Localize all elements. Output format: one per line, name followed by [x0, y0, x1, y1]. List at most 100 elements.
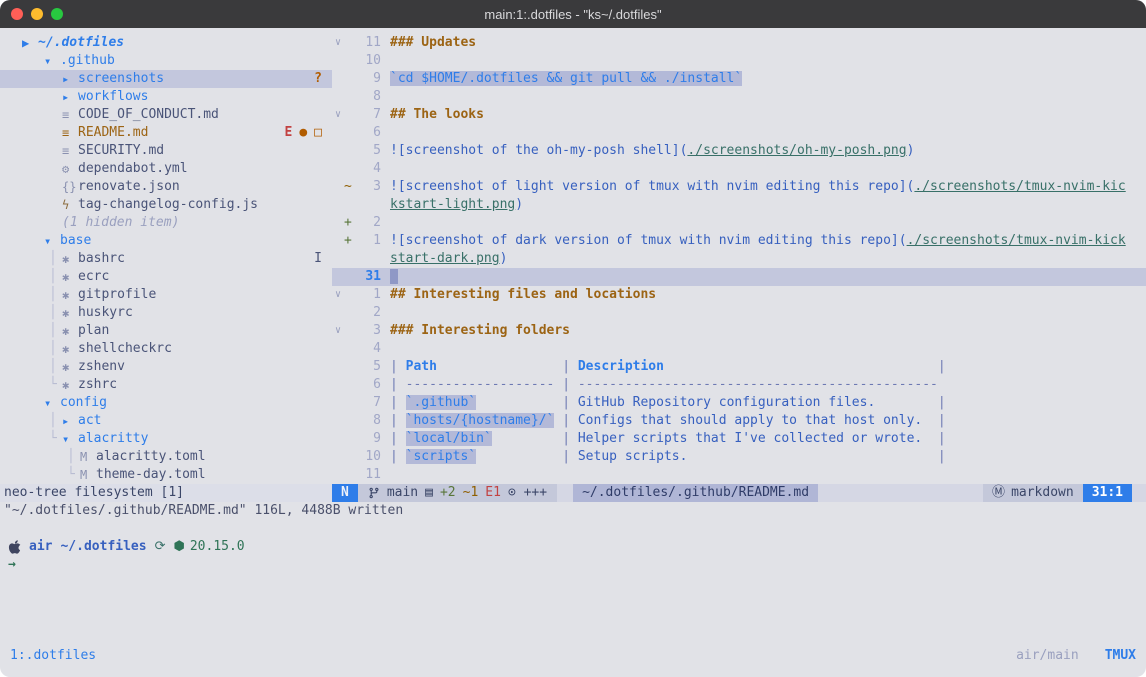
- editor-line[interactable]: 9| `local/bin` | Helper scripts that I'v…: [332, 430, 1146, 448]
- fold-marker-icon: ∨: [332, 322, 344, 340]
- editor-line[interactable]: ~3![screenshot of light version of tmux …: [332, 178, 1146, 196]
- shell-prompt: air ~/.dotfiles ⟳ ⬢ 20.15.0: [0, 538, 1146, 556]
- editor-line[interactable]: 5| Path | Description |: [332, 358, 1146, 376]
- line-text: ![screenshot of light version of tmux wi…: [390, 178, 1126, 196]
- tree-item[interactable]: ≡SECURITY.md: [0, 142, 332, 160]
- tree-item[interactable]: ≡README.mdE●□: [0, 124, 332, 142]
- text-segment: |: [562, 395, 578, 410]
- editor-line[interactable]: ∨7## The looks: [332, 106, 1146, 124]
- line-text: `cd $HOME/.dotfiles && git pull && ./ins…: [390, 70, 742, 88]
- tree-item-label: plan: [78, 322, 109, 340]
- git-sign: [344, 250, 355, 268]
- tree-item[interactable]: │✱shellcheckrc: [0, 340, 332, 358]
- editor-line[interactable]: start-dark.png): [332, 250, 1146, 268]
- editor-line[interactable]: +1![screenshot of dark version of tmux w…: [332, 232, 1146, 250]
- editor-line[interactable]: 8| `hosts/{hostname}/` | Configs that sh…: [332, 412, 1146, 430]
- tree-item[interactable]: ▾.github: [0, 52, 332, 70]
- line-number: 2: [355, 304, 381, 322]
- editor-line[interactable]: 7| `.github` | GitHub Repository configu…: [332, 394, 1146, 412]
- text-segment: |: [390, 413, 406, 428]
- text-segment: |: [562, 413, 578, 428]
- tree-item[interactable]: └✱zshrc: [0, 376, 332, 394]
- text-segment: |: [562, 431, 578, 446]
- text-segment: |: [390, 449, 406, 464]
- tree-item[interactable]: ▸workflows: [0, 88, 332, 106]
- text-segment: |: [938, 449, 946, 464]
- tree-item[interactable]: │✱zshenv: [0, 358, 332, 376]
- tree-item[interactable]: ≡CODE_OF_CONDUCT.md: [0, 106, 332, 124]
- tree-item[interactable]: ⚙dependabot.yml: [0, 160, 332, 178]
- tree-item[interactable]: ▾config: [0, 394, 332, 412]
- close-button[interactable]: [11, 8, 23, 20]
- tree-item-label: alacritty.toml: [96, 448, 206, 466]
- text-segment: kstart-light.png: [390, 197, 515, 212]
- tree-item[interactable]: │Malacritty.toml: [0, 448, 332, 466]
- git-sign: [344, 106, 355, 124]
- editor-line[interactable]: 31: [332, 268, 1146, 286]
- maximize-button[interactable]: [51, 8, 63, 20]
- editor-line[interactable]: 10: [332, 52, 1146, 70]
- line-number: 6: [355, 124, 381, 142]
- editor-line[interactable]: kstart-light.png): [332, 196, 1146, 214]
- tmux-window-tab[interactable]: 1:.dotfiles: [10, 647, 96, 664]
- tree-item[interactable]: {}renovate.json: [0, 178, 332, 196]
- tree-item[interactable]: ▸screenshots?: [0, 70, 332, 88]
- toml-file-icon: M: [80, 466, 96, 484]
- editor-line[interactable]: 10| `scripts` | Setup scripts. |: [332, 448, 1146, 466]
- editor-line[interactable]: 2: [332, 304, 1146, 322]
- tree-item[interactable]: └▾alacritty: [0, 430, 332, 448]
- indent-guide: │: [49, 304, 62, 322]
- fold-marker-icon: [332, 340, 344, 358]
- editor-line[interactable]: ∨3### Interesting folders: [332, 322, 1146, 340]
- line-number: 8: [355, 412, 381, 430]
- git-branch-name: main: [387, 484, 418, 502]
- neotree-panel: ▶~/.dotfiles▾.github▸screenshots?▸workfl…: [0, 28, 332, 484]
- editor-line[interactable]: 4: [332, 340, 1146, 358]
- tree-item[interactable]: │✱plan: [0, 322, 332, 340]
- markdown-file-icon: ≡: [62, 124, 78, 142]
- tree-item-label: shellcheckrc: [78, 340, 172, 358]
- git-untracked-badge: ?: [314, 70, 322, 88]
- tree-item[interactable]: │✱gitprofile: [0, 286, 332, 304]
- tmux-pane: ▶~/.dotfiles▾.github▸screenshots?▸workfl…: [0, 28, 1146, 484]
- fold-marker-icon: [332, 196, 344, 214]
- window-title: main:1:.dotfiles - "ks~/.dotfiles": [484, 7, 661, 22]
- tree-item-label: (1 hidden item): [62, 214, 179, 232]
- editor-line[interactable]: 4: [332, 160, 1146, 178]
- tree-item[interactable]: └Mtheme-day.toml: [0, 466, 332, 484]
- git-sign: [344, 466, 355, 484]
- text-segment: [664, 359, 938, 374]
- editor-line[interactable]: 11: [332, 466, 1146, 484]
- line-text: ## Interesting files and locations: [390, 286, 656, 304]
- git-segment: main ▤ +2 ~1 E1 ⊙ +++: [358, 484, 557, 502]
- editor-line[interactable]: 6: [332, 124, 1146, 142]
- editor-line[interactable]: 6| ------------------- | ---------------…: [332, 376, 1146, 394]
- editor-line[interactable]: 5![screenshot of the oh-my-posh shell](.…: [332, 142, 1146, 160]
- fold-marker-icon: [332, 304, 344, 322]
- tree-item[interactable]: │✱bashrcI: [0, 250, 332, 268]
- tree-item[interactable]: ▶~/.dotfiles: [0, 34, 332, 52]
- filetype-segment: Ⓜ markdown: [983, 484, 1083, 502]
- tree-item[interactable]: │✱huskyrc: [0, 304, 332, 322]
- javascript-file-icon: ϟ: [62, 196, 78, 214]
- tree-item[interactable]: ▾base: [0, 232, 332, 250]
- tree-item[interactable]: ϟtag-changelog-config.js: [0, 196, 332, 214]
- fold-marker-icon: [332, 70, 344, 88]
- tree-item[interactable]: │▸act: [0, 412, 332, 430]
- editor-line[interactable]: 8: [332, 88, 1146, 106]
- text-segment: [875, 395, 938, 410]
- shell-file-icon: ✱: [62, 250, 78, 268]
- line-number: 5: [355, 142, 381, 160]
- indent-guide: │: [49, 250, 62, 268]
- editor-line[interactable]: 9`cd $HOME/.dotfiles && git pull && ./in…: [332, 70, 1146, 88]
- editor-line[interactable]: +2: [332, 214, 1146, 232]
- text-segment: `local/bin`: [406, 431, 492, 446]
- editor-line[interactable]: ∨1## Interesting files and locations: [332, 286, 1146, 304]
- line-number: 1: [355, 232, 381, 250]
- editor-line[interactable]: ∨11### Updates: [332, 34, 1146, 52]
- minimize-button[interactable]: [31, 8, 43, 20]
- tree-item[interactable]: (1 hidden item): [0, 214, 332, 232]
- tree-item[interactable]: │✱ecrc: [0, 268, 332, 286]
- prompt-arrow[interactable]: →: [0, 556, 1146, 574]
- terminal-window: main:1:.dotfiles - "ks~/.dotfiles" ▶~/.d…: [0, 0, 1146, 677]
